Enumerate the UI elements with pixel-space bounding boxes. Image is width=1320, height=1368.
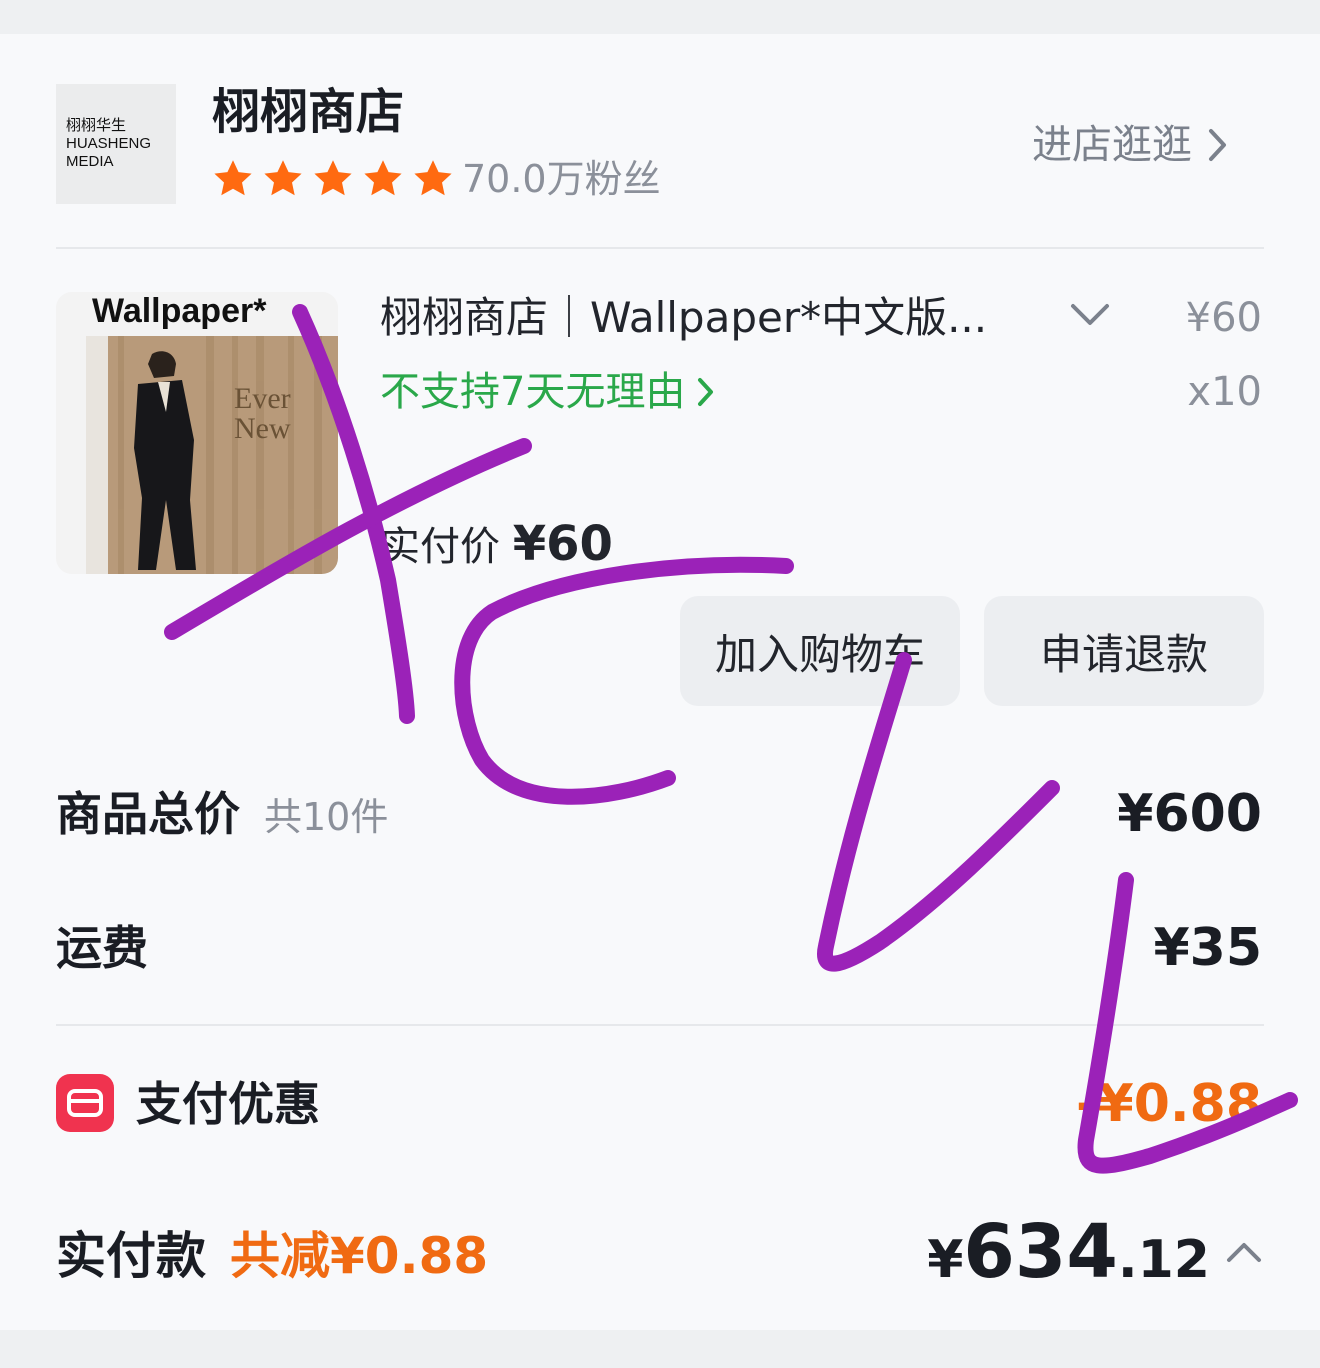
product-title[interactable]: 栩栩商店｜Wallpaper*中文版... (380, 290, 987, 346)
shipping-label: 运费 (56, 921, 148, 975)
divider (56, 247, 1264, 249)
pay-discount-label: 支付优惠 (136, 1077, 320, 1131)
shop-name[interactable]: 栩栩商店 (212, 82, 404, 142)
fans-count: 70.0万粉丝 (462, 157, 661, 201)
shop-logo[interactable]: 栩栩华生 HUASHENG MEDIA (56, 84, 176, 204)
chevron-right-icon (698, 378, 714, 406)
paid-total[interactable]: ¥634.12 (927, 1212, 1210, 1312)
actual-price-value: ¥60 (512, 516, 613, 572)
actual-price: 实付价 ¥60 (380, 516, 613, 575)
chevron-down-icon[interactable] (1070, 302, 1110, 328)
refund-button[interactable]: 申请退款 (984, 596, 1264, 706)
shop-rating: 70.0万粉丝 (210, 156, 661, 202)
product-quantity: x10 (1187, 369, 1262, 415)
paid-decimal: .12 (1117, 1230, 1210, 1290)
goods-total-value: ¥600 (1117, 784, 1262, 844)
paid-currency: ¥ (927, 1230, 964, 1290)
enter-shop-label: 进店逛逛 (1032, 122, 1192, 168)
goods-total-label-row: 商品总价 共10件 (56, 784, 388, 847)
shipping-value: ¥35 (1153, 918, 1262, 978)
pay-discount-value: -¥0.88 (1075, 1074, 1262, 1134)
star-icon (414, 160, 452, 196)
order-card: 栩栩华生 HUASHENG MEDIA 栩栩商店 70.0万粉丝 进店逛逛 Wa… (0, 34, 1320, 1330)
logo-line-1: 栩栩华生 (66, 117, 127, 134)
goods-total-label: 商品总价 (56, 787, 240, 841)
paid-label: 实付款 (56, 1227, 206, 1285)
chevron-right-icon (1209, 129, 1226, 161)
saved-amount: 共减¥0.88 (230, 1227, 489, 1285)
star-icon (364, 160, 402, 196)
paid-integer: 634 (963, 1209, 1118, 1295)
logo-line-3: MEDIA (66, 153, 114, 170)
logo-line-2: HUASHENG (66, 135, 152, 152)
goods-count: 共10件 (264, 795, 389, 839)
actual-price-label: 实付价 (380, 524, 500, 570)
cover-title: Wallpaper* (92, 292, 267, 330)
chevron-up-icon[interactable] (1226, 1240, 1262, 1264)
add-to-cart-button[interactable]: 加入购物车 (680, 596, 960, 706)
paid-label-row: 实付款 共减¥0.88 (56, 1224, 488, 1288)
return-policy-link[interactable]: 不支持7天无理由 (380, 364, 715, 420)
star-icon (264, 160, 302, 196)
star-icon (314, 160, 352, 196)
cover-text-new: New (234, 412, 291, 445)
coupon-icon (56, 1074, 114, 1132)
divider (56, 1024, 1264, 1026)
return-policy-label: 不支持7天无理由 (380, 369, 686, 415)
enter-shop-link[interactable]: 进店逛逛 (1032, 120, 1228, 170)
cover-text-ever: Ever (234, 382, 291, 415)
star-icon (214, 160, 252, 196)
product-thumbnail[interactable]: Wallpaper* Ever New (56, 292, 338, 574)
product-price: ¥60 (1185, 295, 1262, 341)
magazine-cover-image: Wallpaper* Ever New (56, 292, 338, 574)
